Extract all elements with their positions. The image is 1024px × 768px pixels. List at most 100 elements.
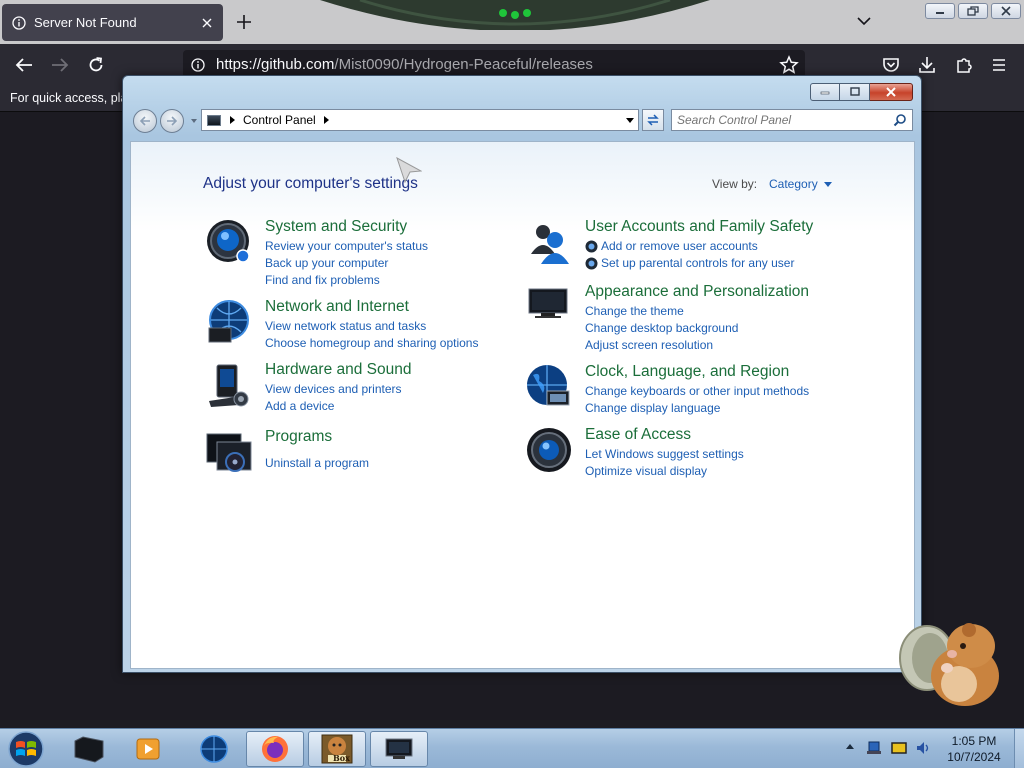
minimize-icon	[820, 91, 830, 95]
restore-icon	[967, 6, 979, 16]
category-clock-language: Clock, Language, and Region Change keybo…	[525, 363, 855, 415]
control-panel-icon	[207, 114, 221, 126]
arrow-left-icon	[15, 58, 32, 72]
link-uninstall[interactable]: Uninstall a program	[265, 456, 369, 470]
breadcrumb-control-panel[interactable]: Control Panel	[243, 113, 316, 127]
reload-icon	[89, 57, 103, 72]
maximize-icon	[849, 87, 860, 96]
pocket-button[interactable]	[880, 54, 902, 76]
hamburger-menu-icon	[993, 59, 1005, 71]
minimize-window-button[interactable]	[925, 3, 955, 19]
breadcrumb-separator-icon[interactable]	[323, 116, 329, 124]
restore-window-button[interactable]	[958, 3, 988, 19]
link-desktop-background[interactable]: Change desktop background	[585, 321, 738, 335]
taskbar-firefox[interactable]	[246, 731, 304, 767]
show-hidden-icons-button[interactable]	[846, 744, 854, 749]
taskbar-network-globe[interactable]	[185, 731, 243, 767]
box-app-label: Box	[333, 753, 350, 763]
clock-time: 1:05 PM	[951, 734, 997, 748]
taskbar-box-app[interactable]: Box	[308, 731, 366, 767]
category-title[interactable]: System and Security	[265, 218, 407, 236]
start-button[interactable]	[6, 730, 46, 768]
control-panel-window: Control Panel Adjust your computer's set…	[122, 75, 922, 673]
page-title: Adjust your computer's settings	[203, 175, 418, 192]
view-by-value: Category	[769, 177, 818, 191]
category-title[interactable]: User Accounts and Family Safety	[585, 218, 813, 236]
view-by-dropdown[interactable]: Category	[769, 177, 832, 191]
monitor-icon	[528, 288, 568, 318]
recent-pages-chevron-icon[interactable]	[191, 119, 197, 123]
link-display-language[interactable]: Change display language	[585, 401, 720, 415]
menu-button[interactable]	[988, 54, 1010, 76]
taskbar-media-player[interactable]	[119, 731, 177, 767]
new-tab-button[interactable]	[234, 12, 254, 32]
url-host: https://github.com	[216, 56, 335, 73]
shield-badge-icon	[585, 257, 598, 270]
link-add-remove-accounts[interactable]: Add or remove user accounts	[601, 239, 758, 253]
tray-network-icon[interactable]	[866, 740, 882, 756]
printer-icon	[209, 364, 249, 407]
reload-button[interactable]	[85, 54, 107, 76]
category-title[interactable]: Ease of Access	[585, 426, 691, 444]
cp-maximize-button[interactable]	[840, 83, 870, 101]
link-change-theme[interactable]: Change the theme	[585, 304, 684, 318]
cp-minimize-button[interactable]	[810, 83, 840, 101]
back-button[interactable]	[13, 54, 35, 76]
chevron-down-icon	[625, 117, 634, 123]
close-icon	[886, 87, 896, 97]
category-title[interactable]: Hardware and Sound	[265, 361, 412, 379]
cp-address-bar[interactable]: Control Panel	[201, 109, 639, 131]
show-desktop-button[interactable]	[1014, 729, 1024, 768]
category-title[interactable]: Network and Internet	[265, 298, 409, 316]
globe-clock-icon	[527, 365, 570, 406]
link-keyboards[interactable]: Change keyboards or other input methods	[585, 384, 809, 398]
cp-close-button[interactable]	[870, 83, 913, 101]
link-suggest-settings[interactable]: Let Windows suggest settings	[585, 447, 744, 461]
link-parental-controls[interactable]: Set up parental controls for any user	[601, 256, 794, 270]
globe-icon	[200, 735, 228, 763]
close-window-button[interactable]	[991, 3, 1021, 19]
category-title[interactable]: Clock, Language, and Region	[585, 363, 789, 381]
category-ease-of-access: Ease of Access Let Windows suggest setti…	[525, 426, 855, 478]
link-add-device[interactable]: Add a device	[265, 399, 334, 413]
link-find-fix[interactable]: Find and fix problems	[265, 273, 380, 287]
cp-search-input[interactable]	[677, 112, 887, 128]
close-tab-button[interactable]	[197, 13, 217, 33]
bookmark-star-icon[interactable]	[779, 55, 799, 75]
link-homegroup[interactable]: Choose homegroup and sharing options	[265, 336, 478, 350]
system-clock[interactable]: 1:05 PM 10/7/2024	[936, 733, 1012, 765]
downloads-button[interactable]	[916, 54, 938, 76]
cp-forward-button[interactable]	[160, 109, 184, 133]
link-devices-printers[interactable]: View devices and printers	[265, 382, 402, 396]
link-back-up[interactable]: Back up your computer	[265, 256, 388, 270]
category-title[interactable]: Appearance and Personalization	[585, 283, 809, 301]
extensions-button[interactable]	[953, 54, 975, 76]
close-icon	[1001, 6, 1011, 16]
link-optimize-display[interactable]: Optimize visual display	[585, 464, 707, 478]
taskbar-explorer[interactable]	[60, 731, 118, 767]
search-icon[interactable]	[893, 113, 907, 127]
link-review-status[interactable]: Review your computer's status	[265, 239, 428, 253]
link-screen-resolution[interactable]: Adjust screen resolution	[585, 338, 713, 352]
tray-volume-icon[interactable]	[915, 740, 931, 756]
list-all-tabs-button[interactable]	[855, 14, 873, 28]
taskbar-control-panel[interactable]	[370, 731, 428, 767]
cp-content-pane: Adjust your computer's settings View by:…	[130, 141, 915, 669]
link-network-status[interactable]: View network status and tasks	[265, 319, 426, 333]
window-controls	[925, 3, 1021, 19]
breadcrumb-separator-icon[interactable]	[230, 116, 235, 124]
view-by-label: View by:	[712, 177, 758, 191]
forward-button[interactable]	[49, 54, 71, 76]
tray-action-center-icon[interactable]	[891, 740, 907, 756]
category-title[interactable]: Programs	[265, 428, 332, 446]
category-programs: Programs Uninstall a program	[205, 428, 505, 478]
address-history-button[interactable]	[621, 110, 638, 130]
cp-back-button[interactable]	[133, 109, 157, 133]
cp-refresh-button[interactable]	[642, 109, 664, 131]
browser-tab[interactable]: Server Not Found	[2, 4, 223, 41]
cp-search-box[interactable]	[671, 109, 913, 131]
category-hardware-sound: Hardware and Sound View devices and prin…	[205, 361, 505, 413]
cp-nav-buttons	[133, 108, 197, 134]
tab-title: Server Not Found	[34, 15, 137, 30]
ease-of-access-icon	[527, 428, 571, 472]
